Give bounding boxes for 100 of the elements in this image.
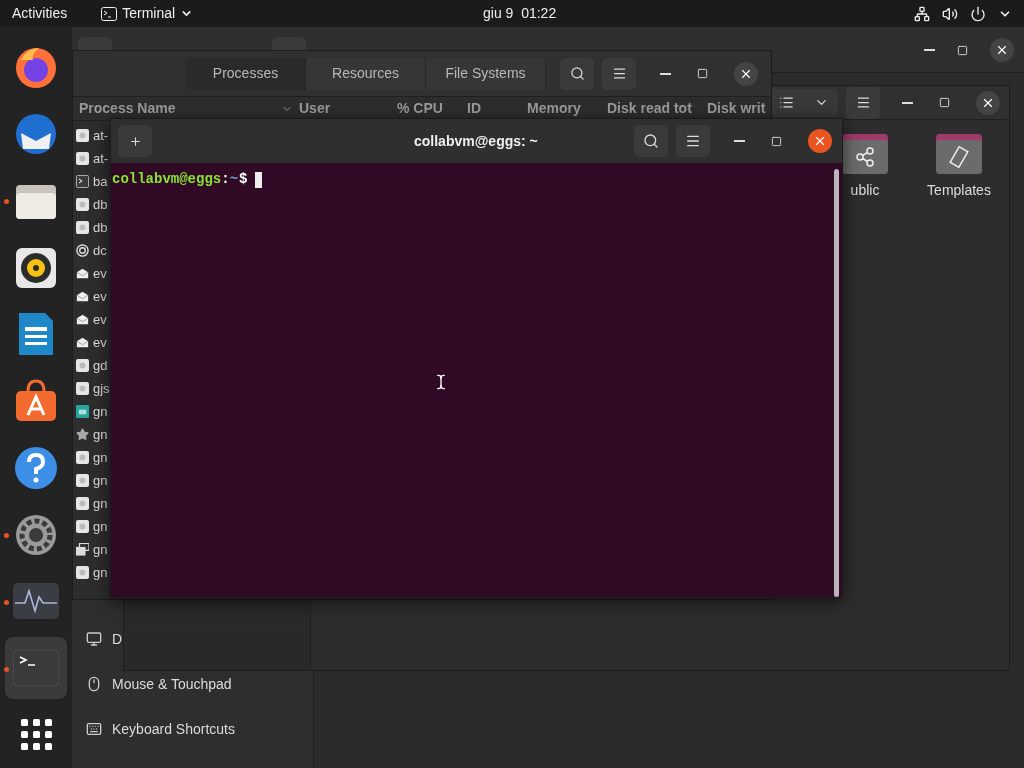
envelope-icon [76, 313, 89, 326]
close-button[interactable] [808, 129, 832, 153]
process-name: db [93, 218, 108, 237]
terminal-icon [76, 175, 89, 188]
calendar-icon [76, 405, 89, 418]
shared-folder-icon [842, 134, 888, 174]
app-grid-icon [20, 719, 52, 751]
process-name: ev [93, 264, 107, 283]
mouse-icon [86, 676, 102, 692]
folder-label[interactable]: ublic [850, 180, 880, 201]
terminal-icon [101, 6, 118, 21]
app-icon [76, 497, 89, 510]
search-icon [569, 66, 585, 81]
app-icon [76, 566, 89, 579]
app-menu[interactable]: Terminal [101, 3, 194, 24]
process-name: gjs [93, 379, 110, 398]
menu-icon [855, 95, 871, 110]
process-name: ev [93, 333, 107, 352]
process-name: ev [93, 287, 107, 306]
clock[interactable]: giu 9 01:22 [483, 3, 557, 24]
process-name: at- [93, 126, 109, 145]
maximize-button[interactable] [771, 135, 782, 147]
column-header[interactable]: Disk writ [707, 98, 766, 119]
close-button[interactable] [976, 90, 1000, 115]
minimize-button[interactable] [902, 101, 913, 104]
menu-icon [611, 66, 627, 81]
maximize-icon [957, 44, 968, 56]
tab[interactable]: Processes [186, 57, 306, 90]
plus-icon [128, 134, 142, 148]
display-icon [86, 631, 102, 647]
process-name: gn [93, 448, 108, 467]
list-icon [778, 95, 794, 110]
maximize-button[interactable] [957, 44, 968, 56]
maximize-button[interactable] [939, 97, 950, 108]
menu-icon [685, 133, 701, 149]
templates-folder-icon [936, 134, 982, 174]
minimize-icon [924, 49, 935, 51]
app-icon [76, 382, 89, 395]
gear-icon [15, 513, 57, 556]
close-icon [813, 134, 827, 148]
document-icon [17, 311, 55, 358]
minimize-icon [902, 101, 913, 104]
maximize-icon [771, 135, 782, 147]
help-icon [14, 445, 58, 490]
column-header[interactable]: Process Name [79, 98, 176, 119]
menu-button[interactable] [846, 86, 880, 119]
process-name: gn [93, 402, 108, 421]
column-header[interactable]: Memory [527, 98, 581, 119]
keyboard-icon [86, 721, 102, 737]
prompt-user-host: collabvm@eggs [112, 170, 222, 189]
column-header[interactable]: % CPU [397, 98, 443, 119]
sidebar-item[interactable]: Mouse & Touchpad [72, 673, 232, 695]
column-header[interactable]: Disk read tot [607, 98, 692, 119]
envelope-icon [76, 290, 89, 303]
activities-button[interactable]: Activities [12, 3, 68, 24]
target-icon [76, 244, 89, 257]
process-name: gn [93, 425, 108, 444]
search-button[interactable] [560, 57, 594, 90]
process-name: gn [93, 540, 108, 559]
terminal-icon [13, 649, 59, 686]
process-name: ev [93, 310, 107, 329]
search-button[interactable] [634, 125, 668, 157]
scrollbar[interactable] [834, 169, 839, 597]
app-icon [76, 474, 89, 487]
process-name: gd [93, 356, 108, 375]
column-header[interactable]: User [299, 98, 331, 119]
process-name: gn [93, 563, 108, 582]
windows-icon [76, 543, 89, 556]
process-name: gn [93, 494, 108, 513]
column-header[interactable]: ID [467, 98, 481, 119]
folder-label[interactable]: Templates [927, 180, 991, 201]
sidebar-item[interactable]: D [72, 628, 123, 650]
app-icon [76, 359, 89, 372]
text-cursor [255, 171, 263, 188]
minimize-button[interactable] [660, 72, 671, 75]
menu-button[interactable] [676, 125, 710, 157]
close-icon [995, 43, 1009, 57]
pulse-graph-icon [13, 583, 59, 620]
app-icon [76, 152, 89, 165]
maximize-button[interactable] [697, 68, 708, 79]
app-icon [76, 451, 89, 464]
app-icon [76, 520, 89, 533]
app-icon [76, 129, 89, 142]
maximize-icon [697, 68, 708, 79]
shopping-bag-icon [14, 379, 58, 424]
star-icon [76, 428, 89, 441]
prompt-separator: : [221, 170, 230, 189]
sidebar-item[interactable]: Keyboard Shortcuts [72, 718, 235, 740]
network-icon[interactable] [914, 5, 930, 22]
power-icon[interactable] [970, 5, 986, 22]
speaker-icon [16, 247, 56, 288]
close-button[interactable] [990, 38, 1014, 62]
app-icon [76, 198, 89, 211]
close-button[interactable] [734, 61, 758, 86]
menu-button[interactable] [602, 57, 636, 90]
process-name: ba [93, 172, 108, 191]
process-name: gn [93, 471, 108, 490]
volume-icon[interactable] [942, 5, 958, 22]
envelope-icon [76, 336, 89, 349]
process-name: dc [93, 241, 107, 260]
